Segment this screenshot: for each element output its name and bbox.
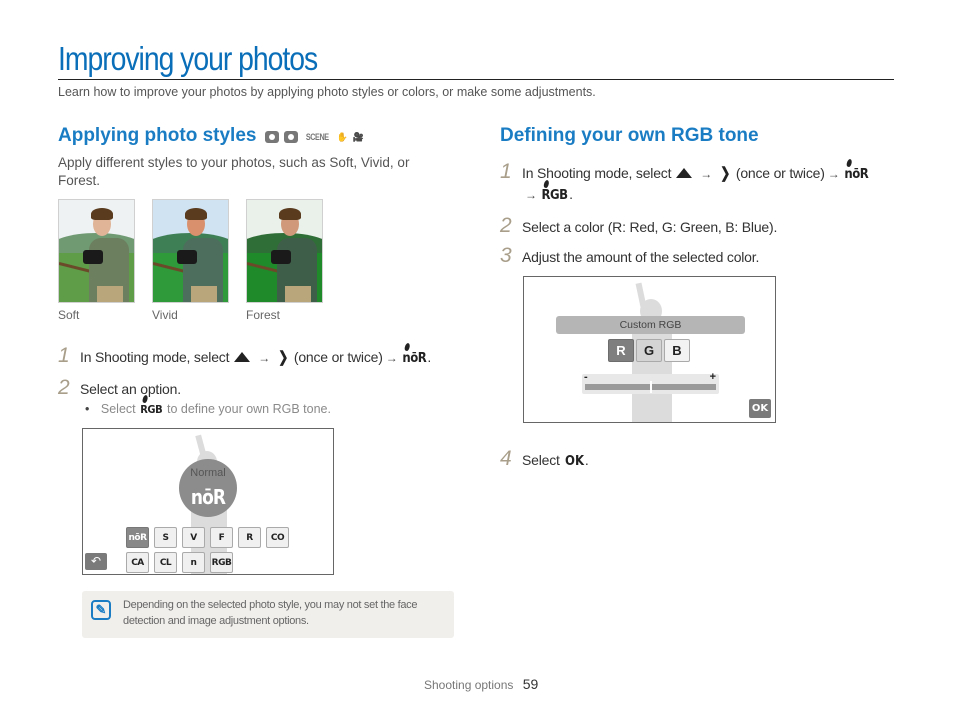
scene-icon: SCENE: [305, 132, 329, 142]
normal-style-icon: nōR: [844, 167, 869, 182]
note-box: ✎ Depending on the selected photo style,…: [82, 591, 454, 638]
section-title-photo-styles: Applying photo styles: [58, 125, 257, 146]
right-step-4: 4 Select OK .: [500, 447, 589, 470]
note-icon: ✎: [91, 600, 111, 620]
back-button[interactable]: ↶: [85, 553, 107, 570]
note-text: Depending on the selected photo style, y…: [123, 599, 418, 627]
left-step-1: 1 In Shooting mode, select → ❯ (once or …: [58, 344, 432, 367]
red-channel-button[interactable]: R: [608, 339, 634, 362]
style-custom-rgb-button[interactable]: RGB: [210, 552, 233, 573]
custom-rgb-title: Custom RGB: [556, 316, 745, 334]
photo-caption: Forest: [246, 308, 281, 322]
back-icon: ↶: [90, 554, 102, 568]
color-amount-slider[interactable]: - +: [582, 371, 719, 394]
custom-rgb-screen: Custom RGB R G B - + OK: [523, 276, 776, 423]
style-classic-button[interactable]: CL: [154, 552, 177, 573]
style-cool-button[interactable]: CO: [266, 527, 289, 548]
page-number: 59: [522, 676, 539, 692]
style-name: Normal: [190, 467, 226, 479]
arrow-icon: →: [258, 351, 271, 365]
arrow-icon: →: [385, 351, 398, 365]
camera-icon: [265, 131, 279, 143]
right-step-2: 2 Select a color (R: Red, G: Green, B: B…: [500, 214, 778, 237]
right-step-3: 3 Adjust the amount of the selected colo…: [500, 244, 760, 267]
left-step-2: 2 Select an option.: [58, 376, 181, 399]
green-channel-button[interactable]: G: [636, 339, 662, 362]
step-number: 2: [58, 376, 70, 399]
intro-text: Learn how to improve your photos by appl…: [58, 85, 596, 99]
right-step-1-cont: → RGB .: [525, 186, 573, 203]
section-title-rgb-tone: Defining your own RGB tone: [500, 125, 759, 146]
up-triangle-icon: [234, 352, 251, 362]
ok-button[interactable]: OK: [749, 399, 771, 418]
selected-style-preview: Normal nōR: [179, 459, 237, 517]
up-triangle-icon: [676, 168, 693, 178]
ok-icon: OK: [564, 454, 584, 469]
style-vivid-button[interactable]: V: [182, 527, 205, 548]
custom-rgb-icon: RGB: [541, 188, 568, 203]
page-title: Improving your photos: [58, 40, 318, 77]
plus-icon: +: [709, 371, 716, 383]
section-description: Apply different styles to your photos, s…: [58, 155, 410, 188]
arrow-icon: →: [827, 167, 840, 181]
style-calm-button[interactable]: CA: [126, 552, 149, 573]
style-soft-button[interactable]: S: [154, 527, 177, 548]
step-number: 1: [58, 344, 70, 367]
photo-caption: Vivid: [152, 308, 178, 322]
chevron-right-icon: ❯: [278, 349, 289, 366]
step-number: 2: [500, 214, 512, 237]
arrow-icon: →: [525, 188, 537, 202]
blue-channel-button[interactable]: B: [664, 339, 690, 362]
step-number: 3: [500, 244, 512, 267]
photo-vivid: [152, 199, 229, 303]
custom-rgb-icon: RGB: [140, 403, 163, 416]
style-normal-button[interactable]: nōR: [126, 527, 149, 548]
photo-forest: [246, 199, 323, 303]
mode-icons: SCENE ✋ 🎥: [265, 131, 364, 143]
chevron-right-icon: ❯: [720, 165, 731, 182]
smart-camera-icon: [284, 131, 298, 143]
style-retro-button[interactable]: R: [238, 527, 261, 548]
page-footer: Shooting options 59: [424, 676, 538, 692]
normal-style-icon: nōR: [402, 351, 427, 366]
minus-icon: -: [584, 371, 588, 383]
style-negative-button[interactable]: n: [182, 552, 205, 573]
photo-style-screen: Normal nōR nōR S V F R CO CA CL n RGB ↶: [82, 428, 334, 575]
right-step-1: 1 In Shooting mode, select → ❯ (once or …: [500, 160, 869, 183]
normal-style-icon: nōR: [190, 485, 226, 509]
sub-bullet-rgb: • Select RGB to define your own RGB tone…: [85, 402, 331, 416]
title-divider: [58, 79, 894, 80]
dual-is-icon: ✋: [336, 132, 348, 142]
photo-caption: Soft: [58, 308, 80, 322]
step-number: 4: [500, 447, 512, 470]
slider-thumb[interactable]: [649, 381, 652, 393]
movie-icon: 🎥: [352, 132, 364, 142]
step-number: 1: [500, 160, 512, 183]
style-forest-button[interactable]: F: [210, 527, 233, 548]
arrow-icon: →: [700, 167, 713, 181]
footer-section: Shooting options: [424, 678, 514, 692]
photo-soft: [58, 199, 135, 303]
